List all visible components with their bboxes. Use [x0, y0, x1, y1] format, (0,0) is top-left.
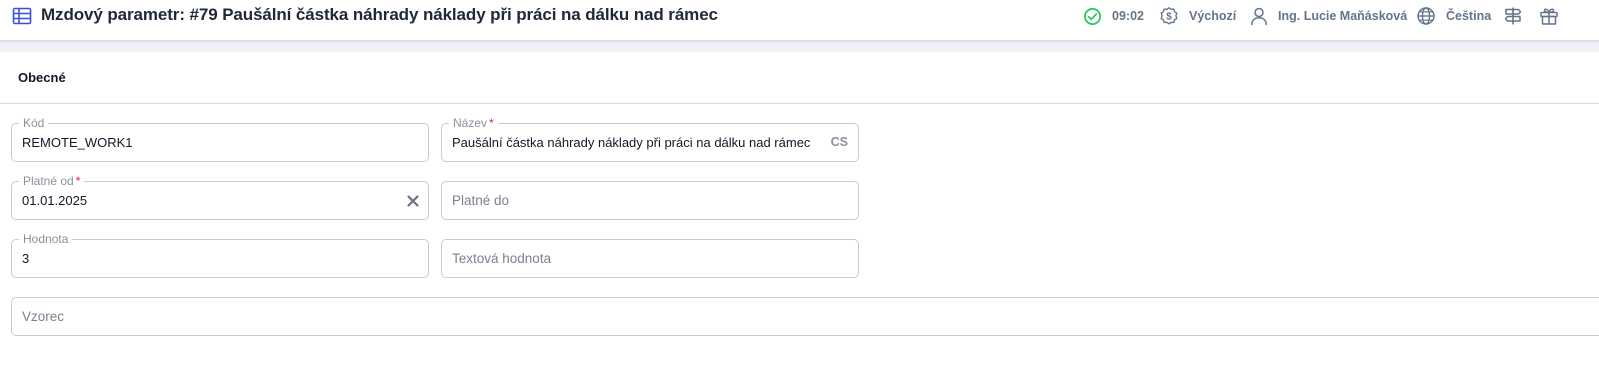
svg-text:$: $: [1166, 12, 1172, 23]
code-value: REMOTE_WORK1: [22, 135, 133, 150]
currency-label: Výchozí: [1189, 9, 1237, 23]
required-mark: *: [75, 174, 81, 188]
value-field[interactable]: Hodnota 3: [11, 231, 429, 278]
valid-to-field[interactable]: Platné do: [441, 181, 859, 220]
text-value-placeholder: Textová hodnota: [452, 251, 552, 266]
table-icon: [12, 6, 32, 26]
user-menu[interactable]: Ing. Lucie Maňásková: [1250, 6, 1407, 26]
language-badge[interactable]: CS: [831, 135, 848, 149]
signpost-icon[interactable]: [1503, 6, 1523, 26]
code-label: Kód: [19, 115, 49, 131]
formula-field[interactable]: Vzorec: [11, 297, 1599, 336]
language-selector[interactable]: Čeština: [1416, 6, 1491, 26]
user-icon: [1251, 7, 1267, 26]
value-label: Hodnota: [19, 231, 73, 247]
user-name: Ing. Lucie Maňásková: [1278, 9, 1408, 23]
value-value: 3: [22, 251, 30, 266]
valid-from-value: 01.01.2025: [22, 193, 88, 208]
name-value: Paušální částka náhrady náklady při prác…: [452, 135, 811, 150]
valid-to-placeholder: Platné do: [452, 193, 510, 208]
valid-from-field[interactable]: Platné od * 01.01.2025: [11, 173, 429, 220]
time-status[interactable]: 09:02: [1083, 6, 1144, 26]
section-divider: [0, 103, 1599, 104]
top-header: Mzdový parametr: #79 Paušální částka náh…: [0, 0, 1599, 32]
gift-icon[interactable]: [1539, 6, 1559, 26]
text-value-field[interactable]: Textová hodnota: [441, 239, 859, 278]
check-circle-icon: [1084, 7, 1101, 25]
header-shadow: [0, 40, 1599, 52]
currency-selector[interactable]: $ Výchozí: [1159, 6, 1236, 26]
language-label: Čeština: [1446, 9, 1492, 23]
section-title-general: Obecné: [18, 70, 66, 85]
time-label: 09:02: [1112, 9, 1144, 23]
clear-icon[interactable]: [406, 194, 420, 208]
page-title: Mzdový parametr: #79 Paušální částka náh…: [41, 5, 718, 24]
required-mark: *: [489, 116, 494, 130]
globe-icon: [1417, 7, 1435, 25]
formula-placeholder: Vzorec: [22, 309, 65, 324]
valid-from-label: Platné od *: [19, 173, 85, 189]
name-field[interactable]: Název * Paušální částka náhrady náklady p…: [441, 115, 859, 162]
dollar-badge-icon: $: [1160, 7, 1178, 25]
name-label: Název *: [449, 115, 498, 131]
code-field[interactable]: Kód REMOTE_WORK1: [11, 115, 429, 162]
